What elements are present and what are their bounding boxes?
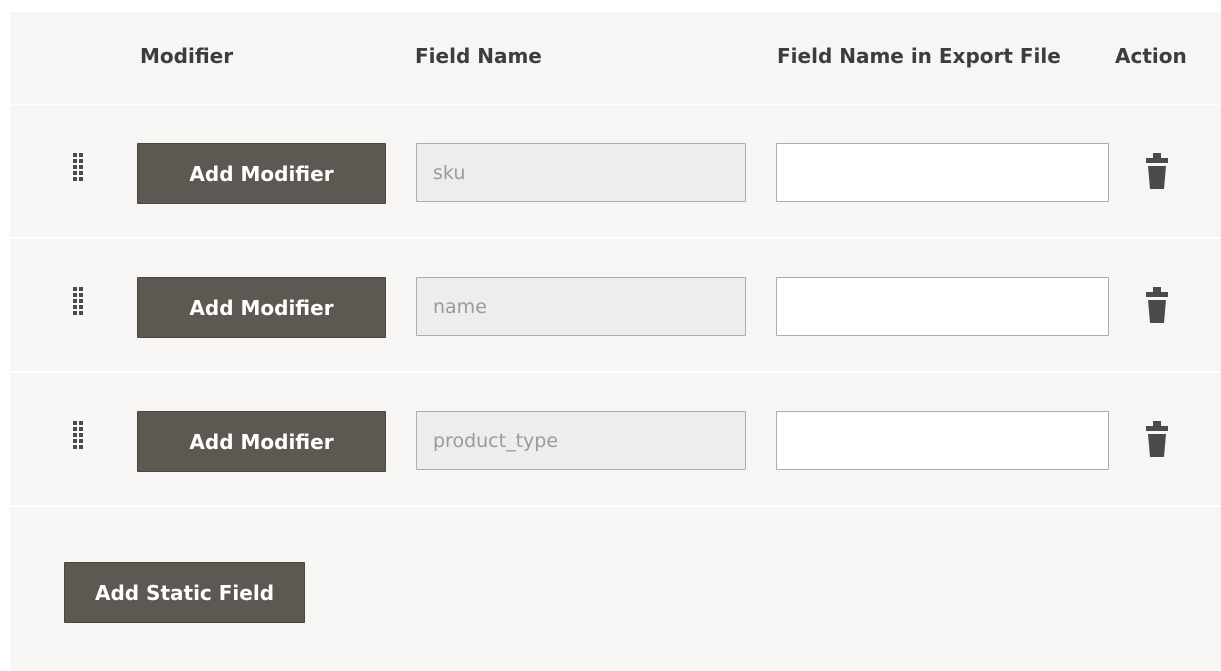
add-static-field-button[interactable]: Add Static Field bbox=[64, 562, 305, 623]
field-name-input[interactable] bbox=[416, 143, 746, 202]
drag-handle-icon[interactable] bbox=[73, 421, 87, 451]
table-header: Modifier Field Name Field Name in Export… bbox=[10, 12, 1221, 105]
export-field-name-input[interactable] bbox=[776, 143, 1109, 202]
export-field-name-input[interactable] bbox=[776, 411, 1109, 470]
drag-handle-icon[interactable] bbox=[73, 287, 87, 317]
column-header-export-name: Field Name in Export File bbox=[777, 44, 1061, 68]
trash-icon[interactable] bbox=[1145, 420, 1169, 458]
field-name-input[interactable] bbox=[416, 411, 746, 470]
trash-icon[interactable] bbox=[1145, 152, 1169, 190]
table-row: Add Modifier bbox=[10, 239, 1221, 373]
add-modifier-button[interactable]: Add Modifier bbox=[137, 277, 386, 338]
column-header-action: Action bbox=[1115, 44, 1187, 68]
add-modifier-button[interactable]: Add Modifier bbox=[137, 411, 386, 472]
column-header-modifier: Modifier bbox=[140, 44, 234, 68]
field-name-input[interactable] bbox=[416, 277, 746, 336]
table-row: Add Modifier bbox=[10, 373, 1221, 507]
table-row: Add Modifier bbox=[10, 105, 1221, 239]
trash-icon[interactable] bbox=[1145, 286, 1169, 324]
column-header-field-name: Field Name bbox=[415, 44, 542, 68]
field-mapping-table: Modifier Field Name Field Name in Export… bbox=[10, 12, 1221, 671]
add-modifier-button[interactable]: Add Modifier bbox=[137, 143, 386, 204]
drag-handle-icon[interactable] bbox=[73, 153, 87, 183]
export-field-name-input[interactable] bbox=[776, 277, 1109, 336]
